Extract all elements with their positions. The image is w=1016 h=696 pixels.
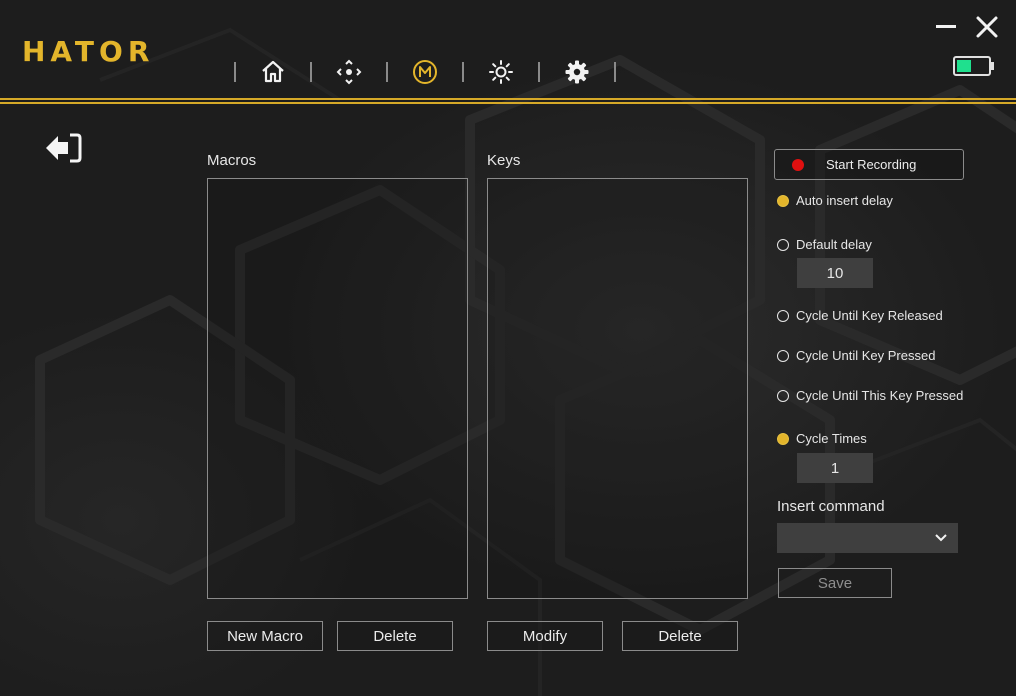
insert-command-label: Insert command <box>777 498 885 515</box>
macros-title: Macros <box>207 152 257 169</box>
default-delay-option[interactable]: Default delay <box>777 237 872 252</box>
cycle-until-released-label: Cycle Until Key Released <box>796 308 943 323</box>
cycle-until-released-option[interactable]: Cycle Until Key Released <box>777 308 943 323</box>
cycle-times-label: Cycle Times <box>796 431 867 446</box>
chevron-down-icon <box>935 534 947 542</box>
radio-unselected[interactable] <box>777 349 789 362</box>
save-button[interactable]: Save <box>778 568 892 598</box>
cycle-times-input[interactable]: 1 <box>797 453 873 483</box>
radio-unselected[interactable] <box>777 389 789 402</box>
cycle-until-pressed-option[interactable]: Cycle Until Key Pressed <box>777 348 935 363</box>
modify-key-button[interactable]: Modify <box>487 621 603 651</box>
gear-icon <box>565 60 589 84</box>
macro-m-icon <box>413 60 437 84</box>
start-recording-label: Start Recording <box>826 157 917 172</box>
default-delay-input[interactable]: 10 <box>797 258 873 288</box>
record-dot-icon <box>792 158 804 171</box>
keys-title: Keys <box>487 152 521 169</box>
new-macro-button[interactable]: New Macro <box>207 621 323 651</box>
nav-home[interactable] <box>252 54 294 90</box>
insert-command-select[interactable] <box>777 523 958 553</box>
radio-unselected[interactable] <box>777 309 789 322</box>
home-icon <box>262 60 284 83</box>
macros-list[interactable] <box>207 178 468 599</box>
cycle-until-this-key-label: Cycle Until This Key Pressed <box>796 388 964 403</box>
delete-key-button[interactable]: Delete <box>622 621 738 651</box>
keys-list[interactable] <box>487 178 748 599</box>
battery-icon <box>953 56 994 76</box>
nav-divider <box>538 62 540 82</box>
nav-lighting[interactable] <box>480 54 522 90</box>
back-arrow-icon[interactable] <box>44 132 82 164</box>
nav-settings[interactable] <box>556 54 598 90</box>
header-divider <box>0 98 1016 104</box>
nav-divider <box>462 62 464 82</box>
cycle-times-option[interactable]: Cycle Times <box>777 431 867 446</box>
auto-insert-delay-label: Auto insert delay <box>796 193 893 208</box>
nav-divider <box>614 62 616 82</box>
nav-divider <box>310 62 312 82</box>
auto-insert-delay-option[interactable]: Auto insert delay <box>777 193 893 208</box>
hator-logo: HATOR <box>22 35 155 68</box>
nav-buttons[interactable] <box>328 54 370 90</box>
close-icon[interactable] <box>974 14 1000 40</box>
main-nav <box>218 54 632 90</box>
radio-selected[interactable] <box>777 432 789 445</box>
cycle-until-pressed-label: Cycle Until Key Pressed <box>796 348 936 363</box>
nav-macros[interactable] <box>404 54 446 90</box>
radio-selected[interactable] <box>777 194 789 207</box>
move-arrows-icon <box>336 59 362 85</box>
minimize-icon[interactable] <box>934 14 960 40</box>
radio-unselected[interactable] <box>777 238 789 251</box>
brightness-icon <box>489 60 513 84</box>
nav-divider <box>386 62 388 82</box>
default-delay-label: Default delay <box>796 237 872 252</box>
cycle-until-this-key-option[interactable]: Cycle Until This Key Pressed <box>777 388 963 403</box>
start-recording-button[interactable]: Start Recording <box>774 149 964 180</box>
nav-divider <box>234 62 236 82</box>
delete-macro-button[interactable]: Delete <box>337 621 453 651</box>
